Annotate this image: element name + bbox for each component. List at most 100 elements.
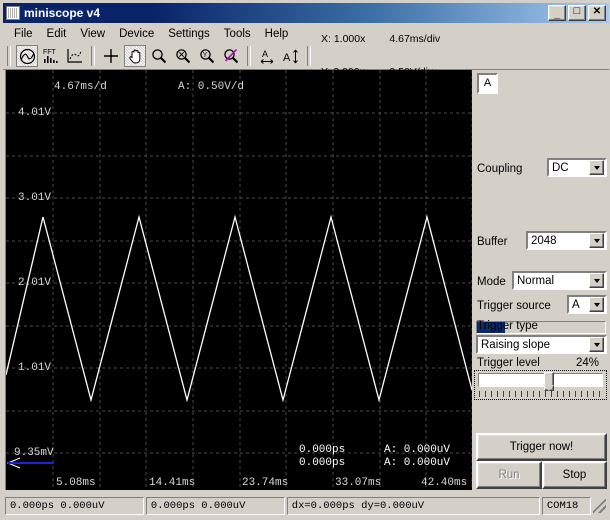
trigger-level-thumb[interactable] [543,372,554,391]
scope-canvas: 4.67ms/d A: 0.50V/d 4.01V 3.01V 2.01V 1.… [6,70,473,490]
scope-mode-icon [19,48,35,64]
resize-grip-icon[interactable] [592,498,606,513]
mode-select[interactable]: Normal [512,271,607,290]
y-label-0: 4.01V [18,107,51,119]
run-button[interactable]: Run [476,461,542,489]
trigger-type-select[interactable]: Raising slope [476,335,607,354]
cursor-value-2: A: 0.000uV [384,457,450,469]
cursor-time-1: 0.000ps [299,444,345,456]
zoom-in-button[interactable] [148,45,170,67]
fft-mode-button[interactable]: FFT [40,45,62,67]
xy-plot-icon [67,49,82,63]
chevron-down-icon-buffer[interactable] [589,233,604,248]
maximize-icon: □ [573,5,581,17]
coupling-select[interactable]: DC [547,158,607,177]
minimize-button[interactable]: _ [548,5,566,21]
y-label-2: 2.01V [18,277,51,289]
zoom-clear-button[interactable] [220,45,242,67]
x-label-2: 23.74ms [242,477,288,489]
menu-tools[interactable]: Tools [217,26,258,42]
mode-value: Normal [517,274,555,287]
trigger-level-track [478,373,603,387]
close-icon: ✕ [592,6,602,17]
trigger-source-select[interactable]: A [567,295,607,314]
trigger-source-label: Trigger source [477,300,551,312]
crosshair-cursor-icon [104,49,118,63]
menu-bar: File Edit View Device Settings Tools Hel… [3,24,609,43]
zoom-reset-icon [176,49,191,64]
buffer-select[interactable]: 2048 [526,231,607,250]
trigger-type-value: Raising slope [481,338,551,351]
y-label-3: 1.01V [18,362,51,374]
control-panel: A Coupling DC Buffer 2048 Mode Normal Tr… [472,70,609,490]
svg-text:FFT: FFT [43,49,57,56]
y-label-1: 3.01V [18,192,51,204]
crosshair-cursor-button[interactable] [100,45,122,67]
pan-hand-button[interactable] [124,45,146,67]
status-port: COM18 [541,496,591,515]
trigger-type-label: Trigger type [477,320,538,332]
buffer-value: 2048 [531,234,557,247]
autoscale-y-icon: A [283,49,298,64]
chevron-down-icon-trigtype[interactable] [589,337,604,352]
menu-file[interactable]: File [7,26,40,42]
autoscale-x-icon: A [260,49,274,64]
miniscope-window: miniscope v4 _ □ ✕ File Edit View Device… [0,0,610,520]
cursor-value-1: A: 0.000uV [384,444,450,456]
trigger-now-button[interactable]: Trigger now! [476,433,607,461]
chevron-down-icon-mode[interactable] [589,273,604,288]
maximize-button[interactable]: □ [568,5,586,21]
status-delta: dx=0.000ps dy=0.000uV [286,496,540,515]
menu-settings[interactable]: Settings [161,26,217,42]
chevron-down-icon-trigsrc[interactable] [589,297,604,312]
status-bar: 0.000ps 0.000uV 0.000ps 0.000uV dx=0.000… [3,494,609,517]
toolbar-separator-3 [247,46,251,66]
x-label-0: 5.08ms [56,477,96,489]
menu-device[interactable]: Device [112,26,161,42]
menu-help[interactable]: Help [258,26,296,42]
fft-mode-icon: FFT [43,49,58,63]
status-cursor1: 0.000ps 0.000uV [5,496,144,515]
trigger-level-slider[interactable] [474,370,607,400]
trigger-level-value: 24% [576,357,600,369]
scope-display[interactable]: 4.67ms/d A: 0.50V/d 4.01V 3.01V 2.01V 1.… [5,70,473,490]
x-label-4: 42.40ms [421,477,467,489]
zoom-reset-button[interactable] [172,45,194,67]
mode-label: Mode [477,276,506,288]
minimize-icon: _ [553,8,561,20]
toolbar-separator-4 [307,46,311,66]
zoom-y-button[interactable]: Y [196,45,218,67]
buffer-label: Buffer [477,236,508,248]
toolbar: FFT Y A A X: 1.000x 4.67ms/div [3,34,609,78]
cursor-time-2: 0.000ps [299,457,345,469]
svg-text:A: A [283,52,291,64]
trigger-source-value: A [572,298,580,311]
zoom-x-label: X: 1.000x [321,33,366,45]
coupling-label: Coupling [477,163,523,175]
svg-text:A: A [262,49,268,59]
menu-edit[interactable]: Edit [40,26,74,42]
autoscale-x-button[interactable]: A [256,45,278,67]
close-button[interactable]: ✕ [588,5,606,21]
coupling-value: DC [552,161,569,174]
trigger-level-ticks [479,391,603,397]
zoom-in-icon [152,49,167,64]
channel-a-button[interactable]: A [477,73,498,94]
scope-window-icon [6,6,20,20]
x-label-3: 33.07ms [335,477,381,489]
menu-view[interactable]: View [73,26,112,42]
xy-plot-button[interactable] [64,45,86,67]
time-per-div-label: 4.67ms/d [54,81,107,93]
toolbar-separator [7,46,11,66]
chevron-down-icon[interactable] [589,160,604,175]
window-controls: _ □ ✕ [548,5,606,21]
status-cursor2: 0.000ps 0.000uV [145,496,285,515]
autoscale-y-button[interactable]: A [280,45,302,67]
time-div-label: 4.67ms/div [389,33,441,45]
scope-mode-button[interactable] [16,45,38,67]
channel-scale-label: A: 0.50V/d [178,81,244,93]
window-title: miniscope v4 [24,6,101,20]
pan-hand-icon [128,49,140,64]
y-label-4: 9.35mV [14,447,54,459]
stop-button[interactable]: Stop [542,461,607,489]
